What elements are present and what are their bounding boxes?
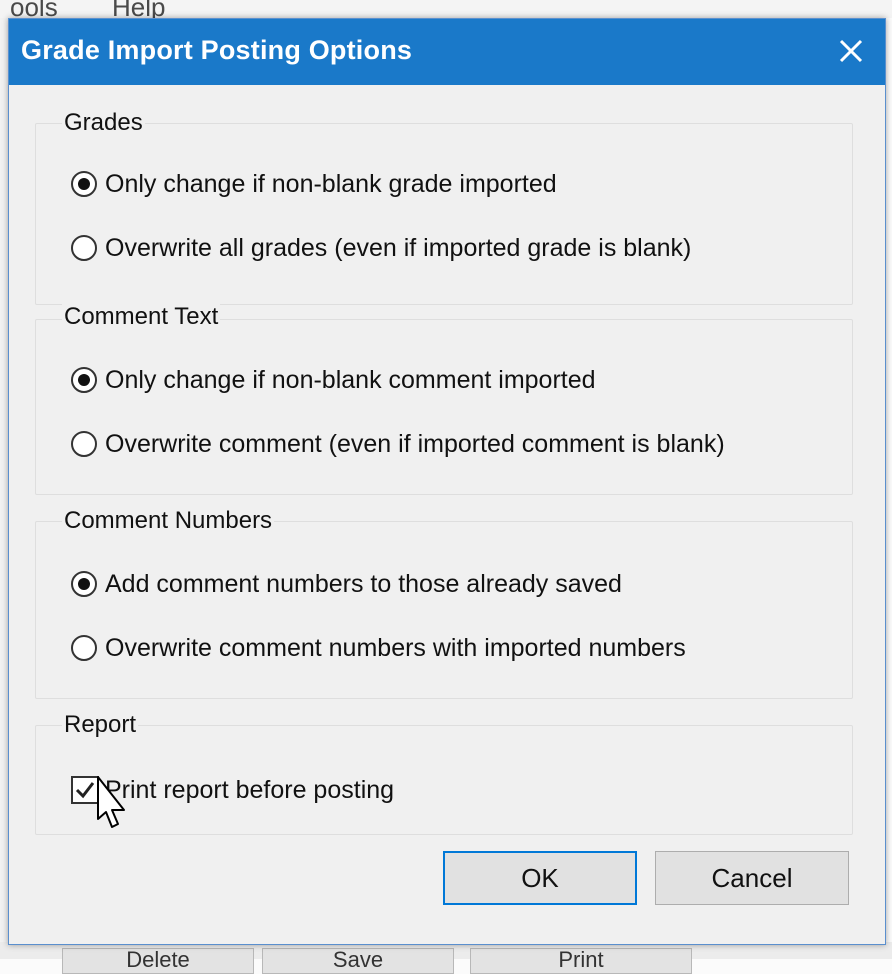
radio-button-checked[interactable] bbox=[71, 171, 97, 197]
grades-option-overwrite-all[interactable]: Overwrite all grades (even if imported g… bbox=[71, 228, 691, 268]
grades-option-only-nonblank[interactable]: Only change if non-blank grade imported bbox=[71, 164, 557, 204]
background-print-button[interactable]: Print bbox=[470, 948, 692, 974]
radio-button[interactable] bbox=[71, 235, 97, 261]
report-print-before-posting[interactable]: Print report before posting bbox=[71, 770, 394, 810]
radio-button[interactable] bbox=[71, 635, 97, 661]
title-bar[interactable]: Grade Import Posting Options bbox=[9, 19, 885, 85]
option-label: Only change if non-blank grade imported bbox=[105, 169, 557, 198]
close-icon bbox=[839, 39, 863, 63]
option-label: Overwrite comment numbers with imported … bbox=[105, 633, 686, 662]
comment-text-option-overwrite[interactable]: Overwrite comment (even if imported comm… bbox=[71, 424, 725, 464]
ok-button[interactable]: OK bbox=[443, 851, 637, 905]
comment-numbers-group bbox=[35, 521, 853, 699]
radio-button-checked[interactable] bbox=[71, 367, 97, 393]
comment-numbers-group-title: Comment Numbers bbox=[62, 507, 275, 535]
radio-button-checked[interactable] bbox=[71, 571, 97, 597]
comment-numbers-option-overwrite[interactable]: Overwrite comment numbers with imported … bbox=[71, 628, 686, 668]
background-delete-button[interactable]: Delete bbox=[62, 948, 254, 974]
grade-import-posting-options-dialog: Grade Import Posting Options Grades Only… bbox=[8, 18, 886, 945]
option-label: Overwrite comment (even if imported comm… bbox=[105, 429, 725, 458]
grades-group bbox=[35, 123, 853, 305]
close-button[interactable] bbox=[825, 25, 877, 77]
background-save-button[interactable]: Save bbox=[262, 948, 454, 974]
checkmark-icon bbox=[75, 782, 95, 799]
checkbox-checked[interactable] bbox=[71, 776, 99, 804]
grades-group-title: Grades bbox=[62, 109, 145, 137]
comment-text-group bbox=[35, 319, 853, 495]
option-label: Add comment numbers to those already sav… bbox=[105, 569, 622, 598]
comment-text-group-title: Comment Text bbox=[62, 303, 221, 331]
radio-button[interactable] bbox=[71, 431, 97, 457]
background-menubar: ools Help bbox=[0, 0, 892, 22]
report-group-title: Report bbox=[62, 711, 139, 739]
dialog-title: Grade Import Posting Options bbox=[21, 35, 413, 65]
comment-text-option-only-nonblank[interactable]: Only change if non-blank comment importe… bbox=[71, 360, 596, 400]
checkbox-label: Print report before posting bbox=[105, 775, 395, 804]
option-label: Only change if non-blank comment importe… bbox=[105, 365, 596, 394]
option-label: Overwrite all grades (even if imported g… bbox=[105, 233, 692, 262]
cancel-button[interactable]: Cancel bbox=[655, 851, 849, 905]
comment-numbers-option-add[interactable]: Add comment numbers to those already sav… bbox=[71, 564, 622, 604]
